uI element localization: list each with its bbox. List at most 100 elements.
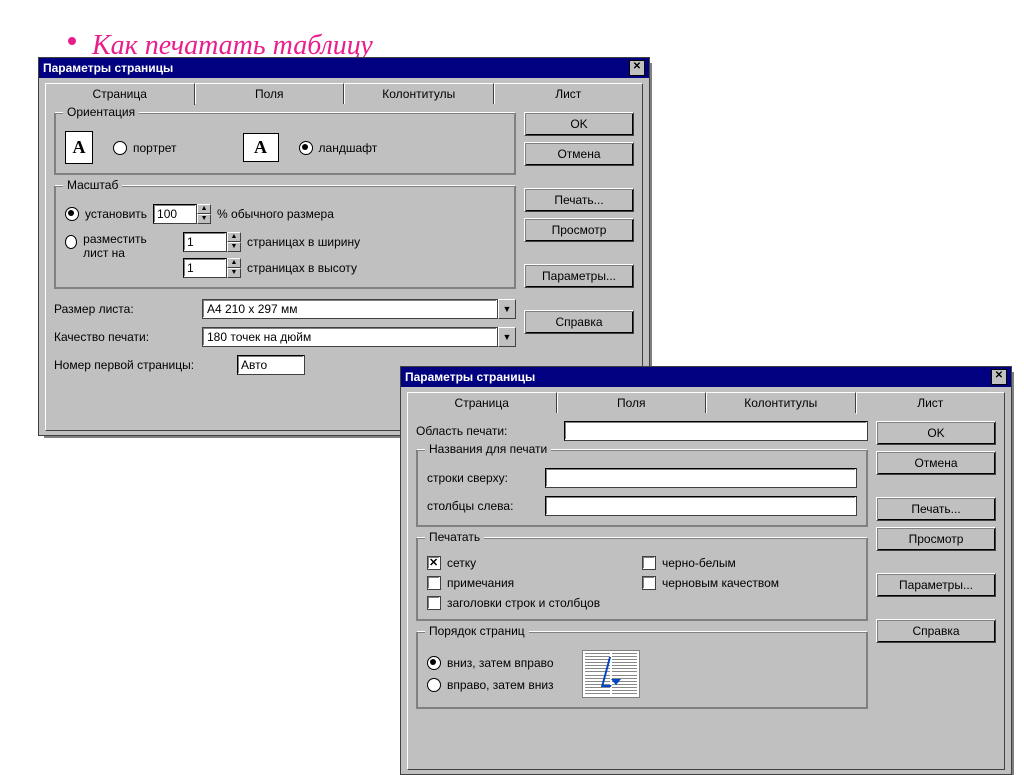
spin-down-icon[interactable]: ▼: [197, 214, 211, 224]
tab-sheet[interactable]: Лист: [856, 392, 1006, 414]
cancel-button[interactable]: Отмена: [524, 142, 634, 166]
ok-button[interactable]: OK: [876, 421, 996, 445]
rows-top-label: строки сверху:: [427, 471, 537, 485]
tab-strip: Страница Поля Колонтитулы Лист: [407, 392, 1005, 413]
radio-over-then-down[interactable]: вправо, затем вниз: [427, 678, 554, 692]
chevron-down-icon[interactable]: ▼: [498, 327, 516, 347]
radio-label: вниз, затем вправо: [447, 656, 554, 670]
check-notes[interactable]: примечания: [427, 576, 642, 590]
params-button[interactable]: Параметры...: [876, 573, 996, 597]
radio-portrait[interactable]: портрет: [113, 141, 177, 155]
radio-down-then-over[interactable]: вниз, затем вправо: [427, 656, 554, 670]
close-icon[interactable]: ✕: [991, 369, 1007, 385]
titlebar[interactable]: Параметры страницы ✕: [39, 58, 649, 78]
check-headers[interactable]: заголовки строк и столбцов: [427, 596, 857, 610]
scale-legend: Масштаб: [63, 178, 122, 192]
tab-fields[interactable]: Поля: [557, 392, 707, 413]
check-draft[interactable]: черновым качеством: [642, 576, 857, 590]
radio-icon: [65, 207, 79, 221]
checkbox-icon: [427, 576, 441, 590]
print-titles-group: Названия для печати строки сверху: столб…: [416, 449, 868, 527]
help-button[interactable]: Справка: [524, 310, 634, 334]
pages-wide-field[interactable]: [183, 232, 227, 252]
landscape-icon: A: [243, 133, 279, 162]
scale-suffix: % обычного размера: [217, 207, 334, 221]
print-area-field[interactable]: [564, 421, 868, 441]
check-bw[interactable]: черно-белым: [642, 556, 857, 570]
tab-page[interactable]: Страница: [45, 83, 195, 105]
print-titles-legend: Названия для печати: [425, 442, 551, 456]
help-button[interactable]: Справка: [876, 619, 996, 643]
radio-label: портрет: [133, 141, 177, 155]
titlebar[interactable]: Параметры страницы ✕: [401, 367, 1011, 387]
portrait-icon: A: [65, 131, 93, 164]
print-quality-label: Качество печати:: [54, 330, 194, 344]
first-page-label: Номер первой страницы:: [54, 358, 229, 372]
paper-size-label: Размер листа:: [54, 302, 194, 316]
first-page-field[interactable]: [237, 355, 305, 375]
check-label: примечания: [447, 576, 514, 590]
checkbox-icon: [427, 596, 441, 610]
page-order-group: Порядок страниц вниз, затем вправо вправ…: [416, 631, 868, 709]
spin-down-icon[interactable]: ▼: [227, 268, 241, 278]
radio-icon: [113, 141, 127, 155]
checkbox-icon: [427, 556, 441, 570]
ok-button[interactable]: OK: [524, 112, 634, 136]
paper-size-combo[interactable]: ▼: [202, 299, 516, 319]
window-title: Параметры страницы: [43, 61, 173, 75]
spin-up-icon[interactable]: ▲: [227, 232, 241, 242]
tab-fields[interactable]: Поля: [195, 83, 345, 104]
orientation-legend: Ориентация: [63, 105, 139, 119]
check-label: сетку: [447, 556, 476, 570]
scale-percent-field[interactable]: [153, 204, 197, 224]
preview-button[interactable]: Просмотр: [524, 218, 634, 242]
spin-down-icon[interactable]: ▼: [227, 242, 241, 252]
params-button[interactable]: Параметры...: [524, 264, 634, 288]
page-order-icon: [582, 650, 640, 698]
tab-page[interactable]: Страница: [407, 392, 557, 413]
scale-group: Масштаб установить ▲▼ % обычного размера: [54, 185, 516, 289]
window-title: Параметры страницы: [405, 370, 535, 384]
radio-landscape[interactable]: ландшафт: [299, 141, 378, 155]
radio-set-scale[interactable]: установить ▲▼ % обычного размера: [65, 204, 505, 224]
preview-button[interactable]: Просмотр: [876, 527, 996, 551]
print-button[interactable]: Печать...: [876, 497, 996, 521]
tab-headerfooter[interactable]: Колонтитулы: [706, 392, 856, 413]
paper-size-field[interactable]: [202, 299, 498, 319]
check-grid[interactable]: сетку: [427, 556, 642, 570]
close-icon[interactable]: ✕: [629, 60, 645, 76]
radio-icon: [427, 656, 441, 670]
radio-icon: [65, 235, 77, 249]
tab-sheet[interactable]: Лист: [494, 83, 644, 104]
checkbox-icon: [642, 556, 656, 570]
tab-strip: Страница Поля Колонтитулы Лист: [45, 83, 643, 104]
chevron-down-icon[interactable]: ▼: [498, 299, 516, 319]
print-quality-combo[interactable]: ▼: [202, 327, 516, 347]
pages-tall-field[interactable]: [183, 258, 227, 278]
checkbox-icon: [642, 576, 656, 590]
print-quality-field[interactable]: [202, 327, 498, 347]
spin-up-icon[interactable]: ▲: [197, 204, 211, 214]
tab-headerfooter[interactable]: Колонтитулы: [344, 83, 494, 104]
print-button[interactable]: Печать...: [524, 188, 634, 212]
cols-left-field[interactable]: [545, 496, 857, 516]
bullet-icon: [68, 37, 76, 45]
pages-wide-suffix: страницах в ширину: [247, 235, 360, 249]
page-order-legend: Порядок страниц: [425, 624, 529, 638]
check-label: черно-белым: [662, 556, 736, 570]
pages-tall-suffix: страницах в высоту: [247, 261, 357, 275]
radio-label: установить: [85, 207, 147, 221]
print-legend: Печатать: [425, 530, 484, 544]
rows-top-field[interactable]: [545, 468, 857, 488]
pages-tall-input[interactable]: ▲▼: [183, 258, 241, 278]
cancel-button[interactable]: Отмена: [876, 451, 996, 475]
check-label: заголовки строк и столбцов: [447, 596, 600, 610]
radio-icon: [427, 678, 441, 692]
orientation-group: Ориентация A портрет A ландшафт: [54, 112, 516, 175]
pages-wide-input[interactable]: ▲▼: [183, 232, 241, 252]
spin-up-icon[interactable]: ▲: [227, 258, 241, 268]
radio-label: вправо, затем вниз: [447, 678, 554, 692]
scale-percent-input[interactable]: ▲▼: [153, 204, 211, 224]
print-group: Печатать сетку черно-белым примечания: [416, 537, 868, 621]
radio-fit-to[interactable]: разместить лист на: [65, 232, 175, 278]
